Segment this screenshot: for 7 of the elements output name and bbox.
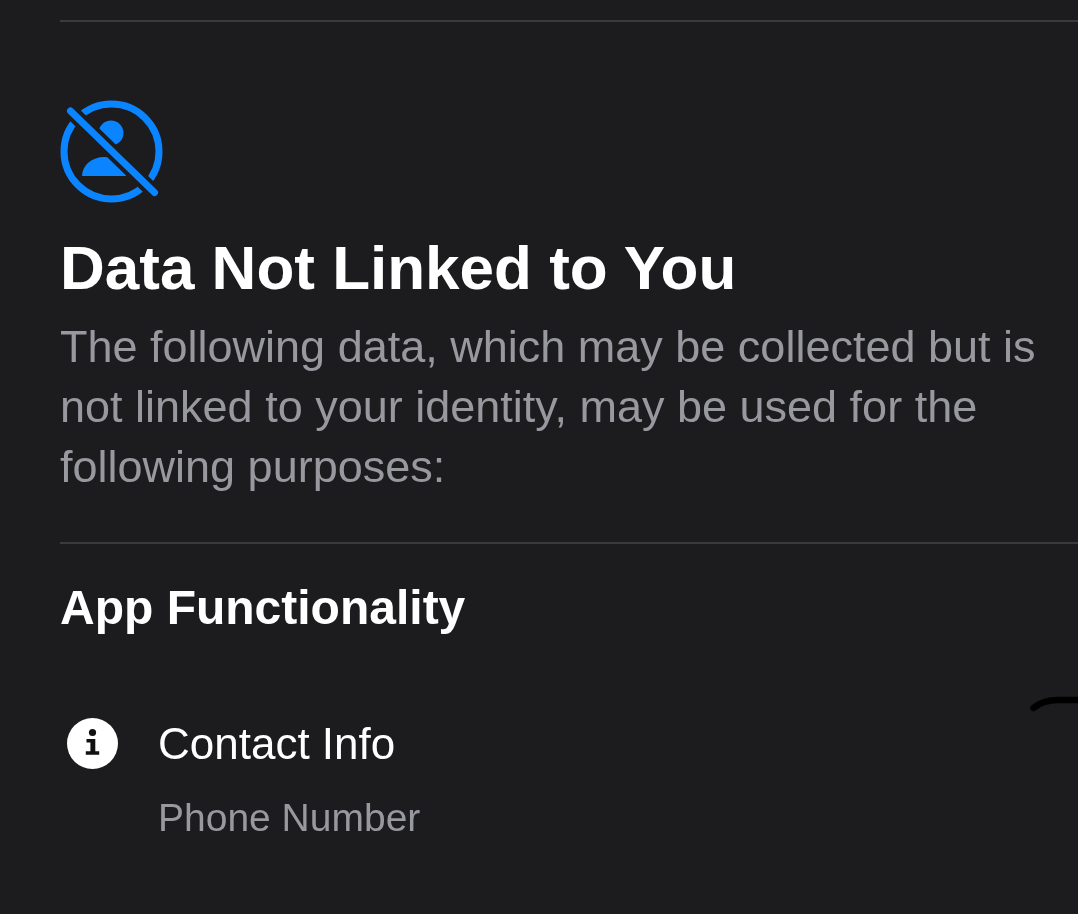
section-title: Data Not Linked to You [60,232,737,304]
crossed-out-person-icon [60,100,163,203]
category-title: App Functionality [60,579,466,636]
item-detail: Phone Number [158,794,421,841]
section-description: The following data, which may be collected but is not linked to your identity, may be used for the following purposes: [60,320,1037,494]
info-icon [67,717,118,769]
item-title: Contact Info [158,717,396,770]
